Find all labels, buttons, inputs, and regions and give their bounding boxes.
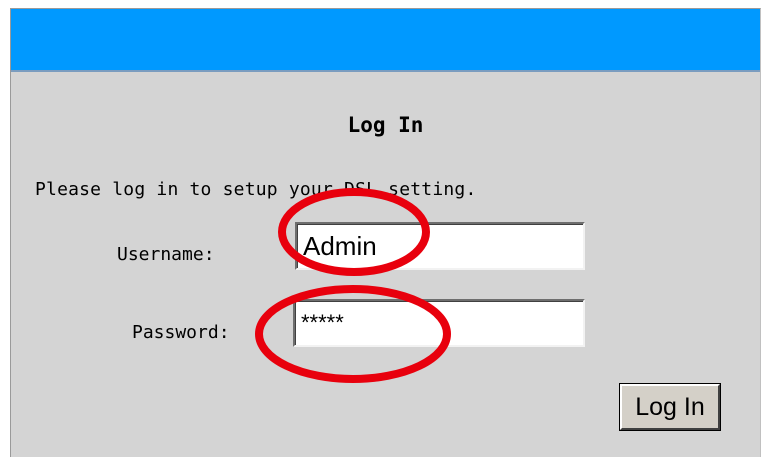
login-panel: Log In Please log in to setup your DSL s… — [10, 8, 761, 457]
username-field[interactable] — [295, 222, 585, 270]
password-label: Password: — [132, 322, 230, 343]
title-bar — [11, 9, 760, 72]
login-button[interactable]: Log In — [620, 384, 720, 430]
page-title: Log In — [347, 113, 424, 137]
screenshot-stage: Log In Please log in to setup your DSL s… — [0, 0, 765, 457]
username-label: Username: — [117, 244, 215, 265]
instructions-text: Please log in to setup your DSL setting. — [35, 179, 477, 200]
password-field[interactable] — [293, 299, 585, 347]
